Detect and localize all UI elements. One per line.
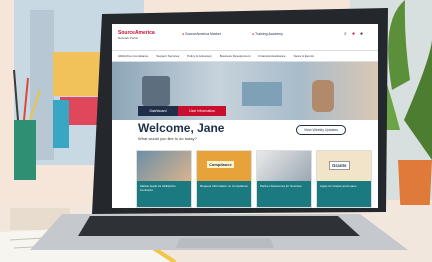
card-image [257, 151, 311, 181]
card-compliance[interactable]: Compliance Request Information on Compli… [196, 150, 252, 208]
tab-user-information[interactable]: User Information [178, 106, 226, 116]
card-image-text: Compliance [207, 161, 234, 168]
academy-icon: ● [252, 32, 255, 36]
nav-item-news[interactable]: News & Events [294, 54, 314, 58]
card-image: Grants [317, 151, 371, 181]
nav-item-support[interactable]: Support Services [156, 54, 179, 58]
site-header: SourceAmerica Network Portal ● SourceAme… [112, 24, 378, 50]
nav-item-compliance[interactable]: AbilityOne Compliance [118, 54, 148, 58]
card-image-text: Grants [329, 161, 350, 170]
card-label: Partner Resources for Success [257, 181, 311, 207]
page-subtitle: What would you like to do today? [138, 136, 197, 141]
top-link-market-label: SourceAmerica Market [185, 32, 221, 36]
card-market-leads[interactable]: Market leads for AbilityOne Contracts [136, 150, 192, 208]
main-nav: AbilityOne Compliance Support Services P… [112, 50, 378, 62]
brand-logo[interactable]: SourceAmerica Network Portal [118, 30, 155, 40]
laptop-screen: SourceAmerica Network Portal ● SourceAme… [112, 24, 378, 208]
card-partner-resources[interactable]: Partner Resources for Success [256, 150, 312, 208]
yellow-note [53, 52, 105, 96]
page-title: Welcome, Jane [138, 121, 225, 135]
tab-dashboard[interactable]: Dashboard [138, 106, 178, 116]
card-grants[interactable]: Grants Apply for Grants and Loans [316, 150, 372, 208]
nav-item-business[interactable]: Business Development [220, 54, 251, 58]
tab-dashboard-label: Dashboard [149, 109, 167, 113]
nav-item-policy[interactable]: Policy & Advocacy [187, 54, 212, 58]
top-link-training-label: Training Academy [255, 32, 283, 36]
view-weekly-updates-label: View Weekly Updates [304, 128, 338, 132]
card-label: Apply for Grants and Loans [317, 181, 371, 207]
card-label: Market leads for AbilityOne Contracts [137, 181, 191, 207]
view-weekly-updates-button[interactable]: View Weekly Updates [296, 125, 346, 135]
bell-icon[interactable]: ● [352, 31, 355, 37]
nav-item-financial[interactable]: Financial Assistance [258, 54, 285, 58]
top-link-market[interactable]: ● SourceAmerica Market [182, 32, 221, 36]
card-label: Request Information on Compliance [197, 181, 251, 207]
photo-scene: SourceAmerica Network Portal ● SourceAme… [0, 0, 432, 262]
card-row: Market leads for AbilityOne Contracts Co… [136, 150, 376, 208]
card-image [137, 151, 191, 181]
user-icon[interactable]: ● [360, 31, 363, 37]
card-image: Compliance [197, 151, 251, 181]
brand-subtitle: Network Portal [118, 36, 138, 40]
tab-user-information-label: User Information [189, 109, 215, 113]
top-link-training[interactable]: ● Training Academy [252, 32, 283, 36]
store-icon: ● [182, 32, 185, 36]
pencil-cup [14, 120, 36, 180]
search-icon[interactable]: ⌕ [344, 31, 347, 37]
